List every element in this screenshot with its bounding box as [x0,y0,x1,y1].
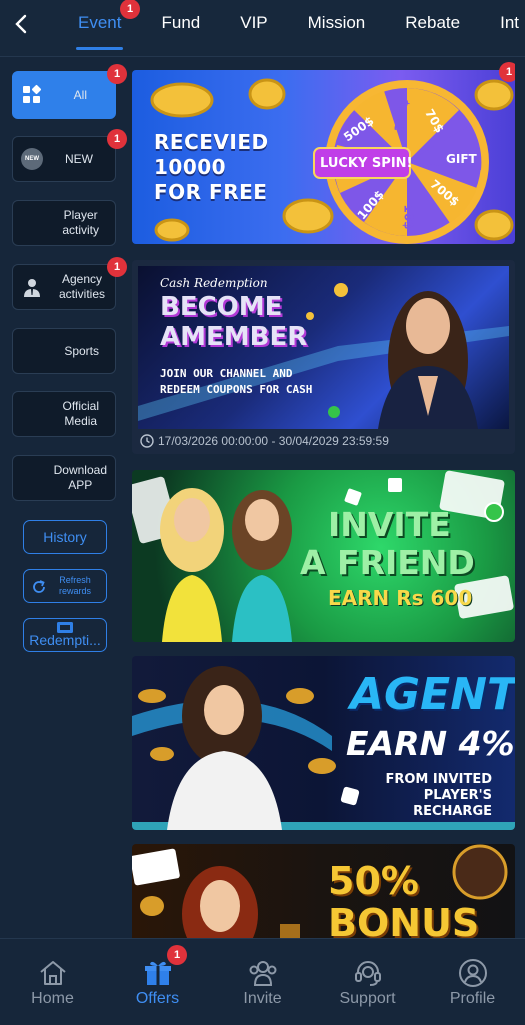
sidebar-item-player-activity[interactable]: Player activity [12,200,116,246]
tab-mission[interactable]: Mission [288,0,386,56]
banner5-line2: BONUS [328,901,480,940]
nav-offers[interactable]: 1 Offers [105,939,210,1025]
sidebar-new-badge: 1 [107,129,127,149]
banner4-line4: PLAYER'S RECHARGE [413,788,492,819]
banner2-line4: REDEEM COUPONS FOR CASH [160,383,313,396]
top-bar: Event 1 Fund VIP Mission Rebate Int [0,0,525,57]
clock-icon [140,434,154,448]
banner1-line1: RECEVIED [154,130,269,154]
banner-lucky-spin[interactable]: RECEVIED 10000 FOR FREE LUCKY SPIN! 500$… [132,70,515,244]
banner3-line3: EARN Rs 600 [328,586,473,610]
banner1-line3: FOR FREE [154,180,268,204]
banner-become-member[interactable]: Cash Redemption BECOME AMEMBER JOIN OUR … [132,260,515,454]
sidebar-item-new[interactable]: NEW NEW 1 [12,129,127,182]
nav-profile[interactable]: Profile [420,939,525,1025]
sidebar-item-all[interactable]: All 1 [12,64,127,119]
banner2-line3: JOIN OUR CHANNEL AND [160,367,293,380]
home-icon [40,961,66,985]
tab-event[interactable]: Event 1 [58,0,141,56]
bottom-nav: Home 1 Offers Invite Support Profile [0,938,525,1025]
promotion-list: RECEVIED 10000 FOR FREE LUCKY SPIN! 500$… [132,62,515,940]
nav-offers-badge: 1 [167,945,187,965]
back-arrow-icon[interactable] [10,12,34,36]
banner1-badge: 1 [499,62,515,82]
sidebar-item-sports[interactable]: Sports [12,328,116,374]
coupon-icon [57,622,73,633]
nav-invite[interactable]: Invite [210,939,315,1025]
tab-fund[interactable]: Fund [141,0,220,56]
tab-event-badge: 1 [120,0,140,19]
wheel-center-label: LUCKY SPIN! [320,156,413,171]
refresh-rewards-button[interactable]: Refresh rewards [23,569,107,603]
banner2-line1: BECOME [160,292,283,322]
sidebar: All 1 NEW NEW 1 Player activity Agency a… [0,57,128,937]
sidebar-item-agency-activities[interactable]: Agency activities 1 [12,257,127,310]
grid-icon [23,84,42,103]
banner1-line2: 10000 [154,155,227,179]
banner4-line1: AGENT [350,669,515,720]
tab-rebate[interactable]: Rebate [385,0,480,56]
nav-home[interactable]: Home [0,939,105,1025]
sidebar-agency-badge: 1 [107,257,127,277]
refresh-icon [33,580,45,593]
profile-icon [459,959,487,987]
history-button[interactable]: History [23,520,107,554]
banner4-line2: EARN 4% [346,724,515,763]
banner2-line2: AMEMBER [160,322,308,352]
banner5-line1: 50% [328,859,419,903]
agent-icon [24,279,40,297]
banner3-line1: INVITE [328,505,451,544]
invite-icon [249,961,277,986]
banner-bonus[interactable]: 50% BONUS [132,844,515,940]
new-icon: NEW [21,148,43,170]
member-banner-image: Cash Redemption BECOME AMEMBER JOIN OUR … [138,266,509,429]
headset-icon [355,961,381,986]
banner3-line2: A FRIEND [300,543,475,582]
wheel-label-10: 10$ [401,204,416,230]
wheel-label-gift: GIFT [446,152,477,166]
sidebar-item-official-media[interactable]: Official Media [12,391,116,437]
banner-agent-earn[interactable]: AGENT EARN 4% FROM INVITED PLAYER'S RECH… [132,656,515,830]
redemption-button[interactable]: Redempti... [23,618,107,652]
tab-int[interactable]: Int [480,0,525,56]
banner2-date-range: 17/03/2026 00:00:00 - 30/04/2029 23:59:5… [158,434,389,448]
banner4-line3: FROM INVITED [385,772,492,787]
nav-support[interactable]: Support [315,939,420,1025]
sidebar-item-download-app[interactable]: Download APP [12,455,116,501]
banner2-script: Cash Redemption [160,276,268,290]
banner-invite-friend[interactable]: INVITE A FRIEND EARN Rs 600 [132,470,515,642]
tab-vip[interactable]: VIP [220,0,287,56]
sidebar-all-badge: 1 [107,64,127,84]
category-tabs: Event 1 Fund VIP Mission Rebate Int [58,0,525,56]
